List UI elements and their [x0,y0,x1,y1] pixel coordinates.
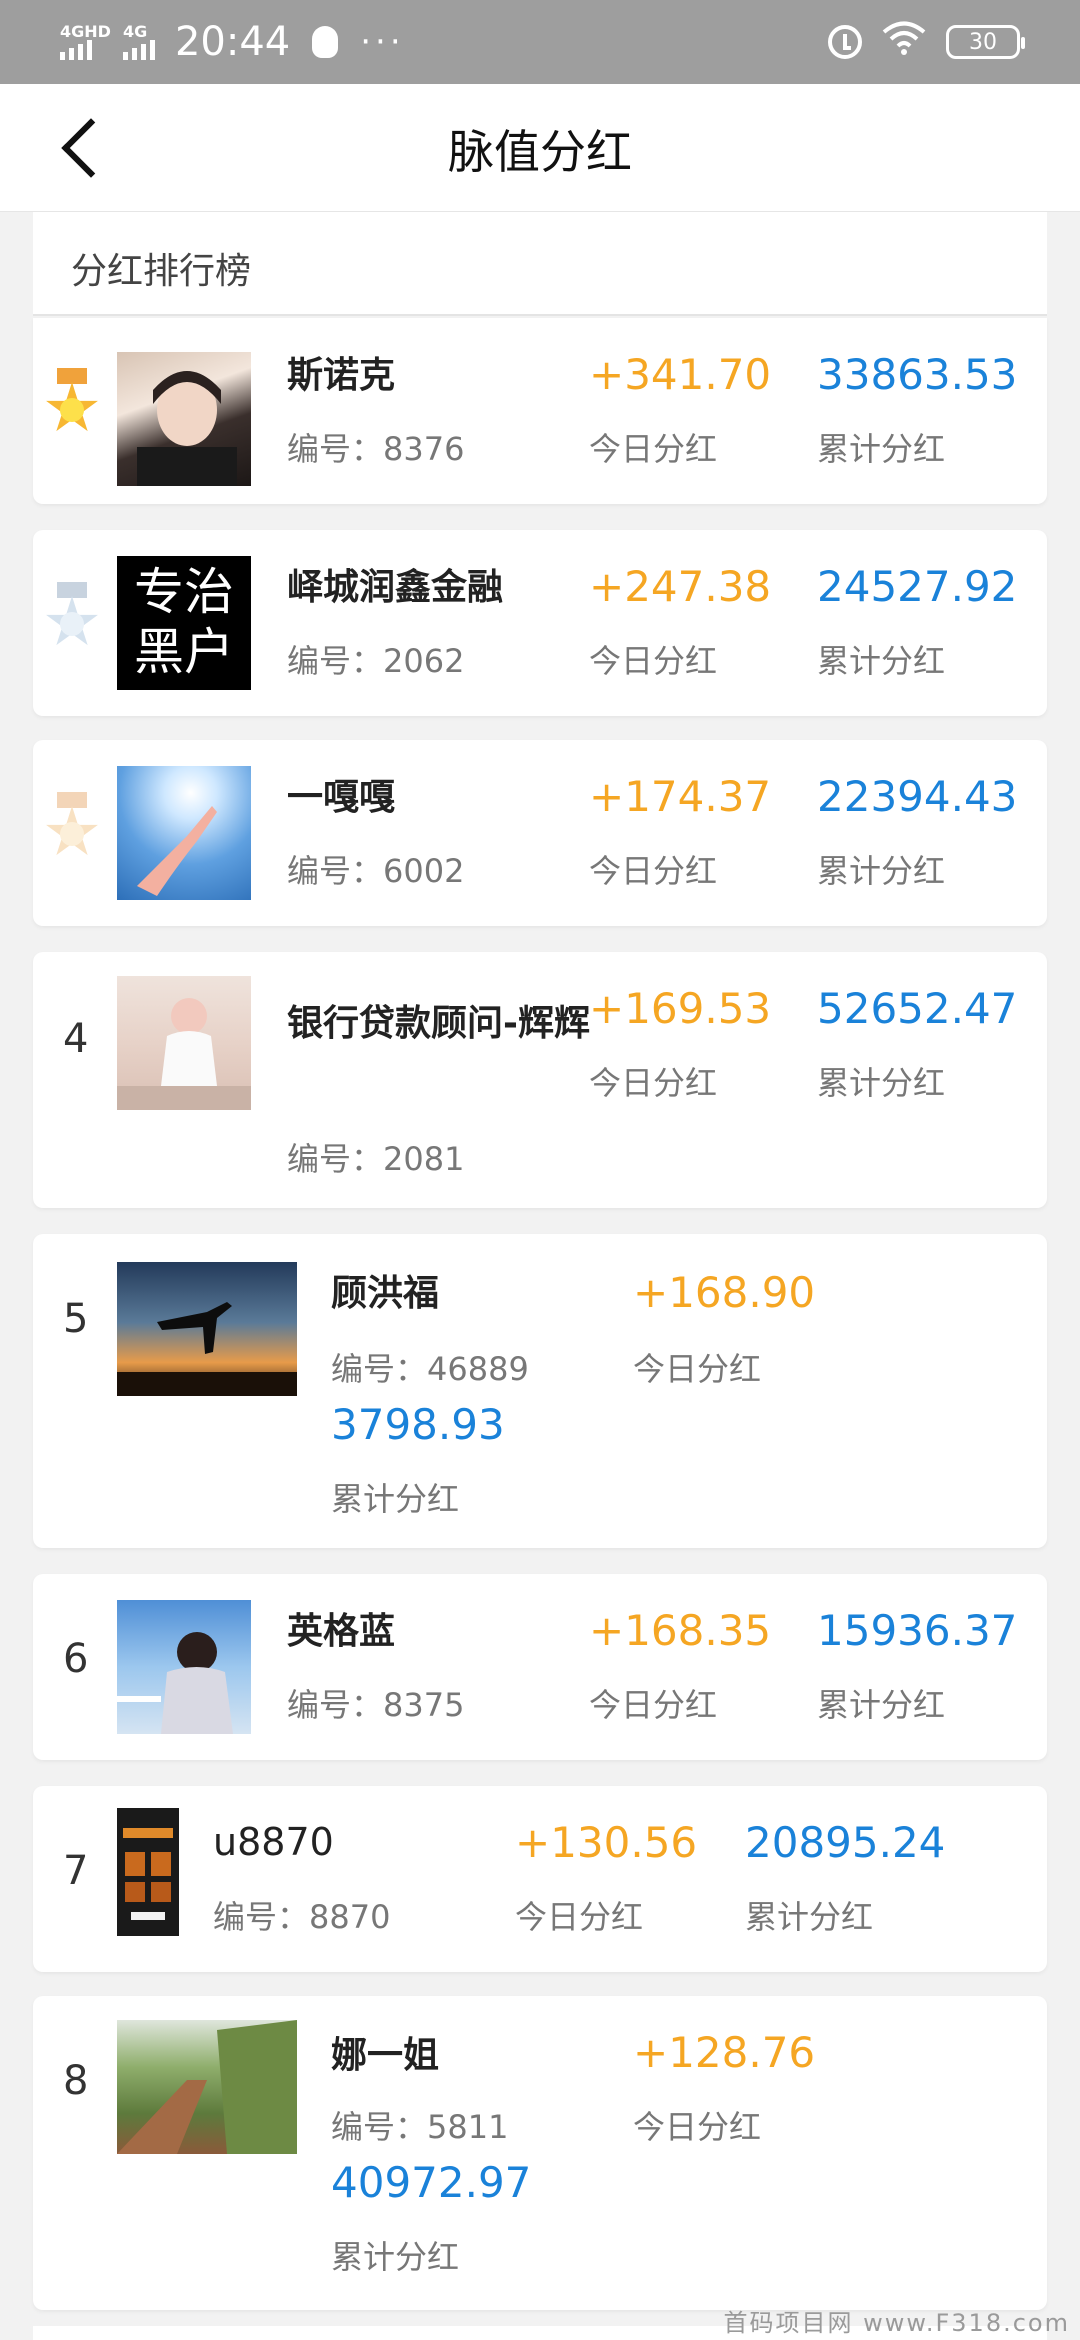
total-dividend-label: 累计分红 [745,1898,874,1936]
list-item[interactable]: 专治 黑户 峄城润鑫金融 编号：2062 +247.38 今日分红 24527.… [33,530,1047,716]
today-dividend-label: 今日分红 [589,1064,718,1102]
total-dividend-label: 累计分红 [817,1686,946,1724]
user-name: 顾洪福 [331,1273,440,1314]
user-code: 编号：8375 [287,1686,465,1724]
today-dividend: +128.76 [633,2028,816,2077]
rank-number: 4 [63,1016,89,1062]
wifi-icon [882,21,926,64]
total-dividend: 3798.93 [331,1400,505,1449]
user-code: 编号：6002 [287,852,465,890]
total-dividend-label: 累计分红 [817,852,946,890]
network-type: 4GHD [60,22,111,41]
user-name: u8870 [213,1820,334,1864]
avatar: 专治 黑户 [117,556,251,690]
watermark: 首码项目网 www.F318.com [723,2309,1070,2337]
today-dividend-label: 今日分红 [589,642,718,680]
user-code: 编号：8870 [213,1898,391,1936]
today-dividend-label: 今日分红 [589,430,718,468]
network-type-2: 4G [122,22,148,41]
silver-medal-icon [41,582,103,654]
total-dividend: 40972.97 [331,2158,532,2207]
user-name: 斯诺克 [287,355,396,396]
battery-icon: 30 [946,25,1025,59]
avatar [117,352,251,486]
today-dividend: +168.90 [633,1268,816,1317]
signal-icon-2: 4G [122,22,155,60]
total-dividend: 15936.37 [817,1606,1018,1655]
avatar [117,1262,297,1396]
more-notifications-icon: ··· [360,22,405,62]
user-name: 娜一姐 [331,2035,440,2076]
signal-icon: 4GHD [60,24,111,60]
user-name: 一嘎嘎 [287,777,396,818]
rank-number: 6 [63,1636,89,1682]
list-item[interactable]: 一嘎嘎 编号：6002 +174.37 今日分红 22394.43 累计分红 [33,740,1047,926]
qq-icon [312,26,339,58]
user-name: 峄城润鑫金融 [287,567,504,608]
today-dividend: +174.37 [589,772,772,821]
list-item[interactable]: 斯诺克 编号：8376 +341.70 今日分红 33863.53 累计分红 [33,318,1047,504]
user-name: 银行贷款顾问-辉辉 [287,1003,590,1044]
app-header: 脉值分红 [0,84,1080,212]
rank-number: 5 [63,1296,89,1342]
avatar-text: 黑户 [134,623,234,681]
avatar [117,766,251,900]
section-header: 分红排行榜 [33,212,1047,316]
today-dividend: +169.53 [589,984,772,1033]
avatar-text: 专治 [134,563,234,621]
rank-number: 7 [63,1848,89,1894]
total-dividend: 22394.43 [817,772,1018,821]
status-bar: 4GHD 4G 20:44 ··· 30 [0,0,1080,84]
today-dividend-label: 今日分红 [589,1686,718,1724]
page-title: 脉值分红 [448,125,632,179]
total-dividend: 24527.92 [817,562,1018,611]
today-dividend: +168.35 [589,1606,772,1655]
status-time: 20:44 [174,19,291,65]
today-dividend-label: 今日分红 [589,852,718,890]
total-dividend-label: 累计分红 [331,2238,460,2276]
user-code: 编号：46889 [331,1350,529,1388]
user-code: 编号：2081 [287,1140,465,1178]
list-item[interactable]: 4 银行贷款顾问-辉辉 编号：2081 +169.53 今日分红 52652.4… [33,952,1047,1208]
total-dividend: 52652.47 [817,984,1018,1033]
today-dividend-label: 今日分红 [633,1350,762,1388]
bronze-medal-icon [41,792,103,864]
avatar [117,2020,297,2154]
today-dividend: +341.70 [589,350,772,399]
avatar [117,976,251,1110]
total-dividend-label: 累计分红 [817,1064,946,1102]
total-dividend: 33863.53 [817,350,1018,399]
list-item[interactable]: 5 顾洪福 编号：46889 +168.90 今日分红 3798.93 累计分红 [33,1234,1047,1548]
list-item[interactable]: 8 娜一姐 编号：5811 +128.76 今日分红 40972.97 累计分红 [33,1996,1047,2310]
user-code: 编号：8376 [287,430,465,468]
total-dividend-label: 累计分红 [331,1480,460,1518]
section-title: 分红排行榜 [71,251,252,292]
today-dividend: +247.38 [589,562,772,611]
user-code: 编号：5811 [331,2108,509,2146]
rank-number: 8 [63,2058,89,2104]
total-dividend-label: 累计分红 [817,642,946,680]
today-dividend: +130.56 [515,1818,698,1867]
today-dividend-label: 今日分红 [515,1898,644,1936]
user-name: 英格蓝 [287,1611,396,1652]
avatar [117,1600,251,1734]
avatar [117,1808,179,1936]
total-dividend: 20895.24 [745,1818,946,1867]
total-dividend-label: 累计分红 [817,430,946,468]
alarm-icon [828,25,862,59]
list-item[interactable]: 6 英格蓝 编号：8375 +168.35 今日分红 15936.37 累计分红 [33,1574,1047,1760]
today-dividend-label: 今日分红 [633,2108,762,2146]
user-code: 编号：2062 [287,642,465,680]
gold-medal-icon [41,368,103,440]
list-item[interactable]: 7 u8870 编号：8870 +130.56 今日分红 20895.24 累计… [33,1786,1047,1972]
